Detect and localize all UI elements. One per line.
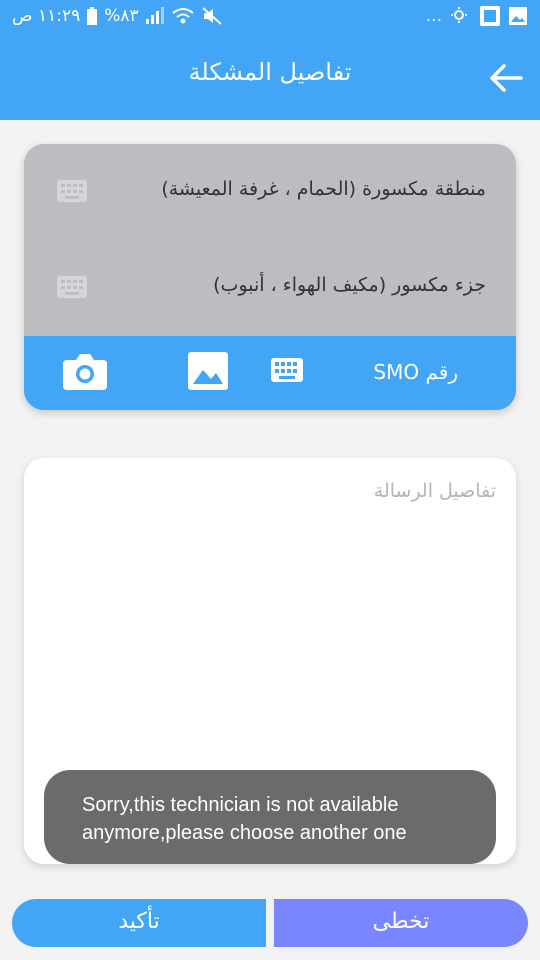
toast-message: Sorry,this technician is not available a…	[44, 770, 496, 864]
more-notifications: ...	[425, 6, 442, 26]
broken-part-field[interactable]: جزء مكسور (مكيف الهواء ، أنبوب)	[24, 240, 516, 336]
status-left: ١١:٢٩ ص %٨٣	[12, 6, 223, 26]
mute-icon	[201, 7, 222, 25]
status-time: ١١:٢٩ ص	[12, 6, 81, 26]
signal-icon	[145, 7, 164, 24]
broken-area-label: منطقة مكسورة (الحمام ، غرفة المعيشة)	[161, 178, 486, 200]
battery-percent: %٨٣	[104, 6, 139, 26]
arrow-back-icon	[490, 64, 523, 92]
keyboard-icon	[57, 276, 87, 298]
status-right: ...	[426, 6, 528, 26]
weather-icon	[451, 7, 467, 23]
smo-label[interactable]: رقم SMO	[373, 360, 458, 384]
battery-icon	[87, 7, 98, 25]
wifi-icon	[172, 8, 194, 24]
broken-area-field[interactable]: منطقة مكسورة (الحمام ، غرفة المعيشة)	[24, 144, 516, 240]
back-button[interactable]	[486, 56, 526, 100]
skip-button[interactable]: تخطى	[274, 899, 528, 947]
image-icon[interactable]	[188, 352, 228, 390]
confirm-button[interactable]: تأكيد	[12, 899, 266, 947]
camera-icon[interactable]	[63, 352, 107, 390]
smo-bar: رقم SMO	[24, 336, 516, 410]
status-bar: ١١:٢٩ ص %٨٣ ...	[0, 0, 540, 36]
broken-part-label: جزء مكسور (مكيف الهواء ، أنبوب)	[213, 274, 486, 296]
page-title: تفاصيل المشكلة	[188, 58, 352, 86]
keyboard-icon	[57, 180, 87, 202]
problem-fields-card: منطقة مكسورة (الحمام ، غرفة المعيشة) جزء…	[24, 144, 516, 410]
keyboard-icon[interactable]	[271, 358, 303, 382]
gallery-icon	[509, 7, 527, 25]
app-bar: تفاصيل المشكلة	[0, 36, 540, 120]
flipboard-icon	[480, 6, 500, 26]
